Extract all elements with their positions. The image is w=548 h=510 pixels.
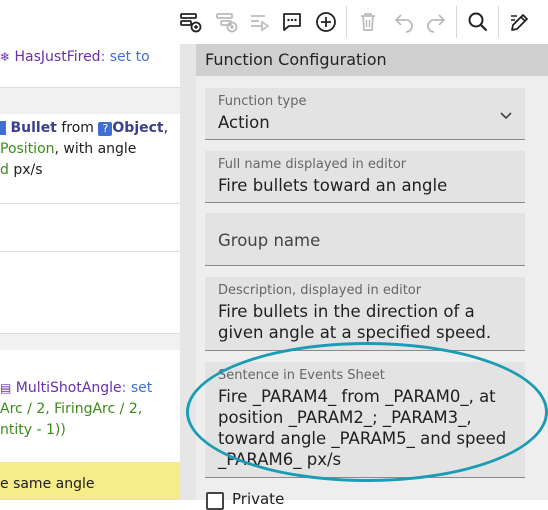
checkbox-box[interactable] (206, 492, 224, 510)
object-name: Object (112, 120, 164, 136)
group-name-field[interactable]: Group name (205, 213, 525, 266)
unknown-object-icon: ? (98, 122, 113, 136)
search-icon[interactable] (464, 8, 492, 36)
add-subevent-icon[interactable] (212, 8, 240, 36)
add-icon[interactable] (312, 8, 340, 36)
field-value: Fire _PARAM4_ from _PARAM0_, at position… (218, 387, 507, 469)
toolbar (0, 0, 548, 44)
undo-icon[interactable] (390, 8, 418, 36)
event-empty-row[interactable] (0, 252, 180, 334)
add-event-icon[interactable] (176, 8, 204, 36)
field-label: Function type (218, 94, 307, 109)
function-type-select[interactable]: Function type Action (205, 88, 525, 140)
edit-icon[interactable] (506, 8, 534, 36)
field-label: Description, displayed in editor (218, 283, 422, 298)
splitter[interactable] (180, 44, 196, 500)
event-action-row[interactable]: Bullet from ? Object, Position, with angl… (0, 114, 180, 204)
field-value: Action (218, 113, 270, 132)
add-instruction-icon[interactable] (246, 8, 274, 36)
variable-name: MultiShotAngle (15, 380, 122, 396)
event-action-row[interactable]: ❄ HasJustFired: set to (0, 44, 180, 88)
function-configuration-panel: Function Configuration Function type Act… (196, 44, 548, 510)
event-empty-row[interactable] (0, 204, 180, 252)
from-text: from (61, 120, 94, 136)
variable-icon: ▤ (0, 381, 12, 395)
description-field[interactable]: Description, displayed in editor Fire bu… (205, 277, 525, 351)
events-sheet: ❄ HasJustFired: set to Bullet from ? Obje… (0, 44, 180, 500)
field-label: Full name displayed in editor (218, 157, 407, 172)
private-checkbox[interactable]: Private (206, 489, 285, 510)
object-thumbnail-icon (0, 121, 6, 135)
add-comment-icon[interactable] (278, 8, 306, 36)
field-label: Sentence in Events Sheet (218, 368, 385, 383)
variable-icon: ❄ (0, 50, 11, 64)
toolbar-separator (498, 6, 499, 38)
object-name: Bullet (10, 120, 57, 136)
variable-name: HasJustFired (14, 49, 101, 65)
full-name-field[interactable]: Full name displayed in editor Fire bulle… (205, 151, 525, 203)
delete-icon[interactable] (354, 8, 382, 36)
sentence-field[interactable]: Sentence in Events Sheet Fire _PARAM4_ f… (205, 362, 525, 478)
field-value: Fire bullets in the direction of a given… (218, 302, 492, 342)
comment-row[interactable]: e same angle (0, 462, 180, 500)
redo-icon[interactable] (422, 8, 450, 36)
toolbar-separator (456, 6, 457, 38)
chevron-down-icon (499, 106, 513, 125)
unit-text: px/s (13, 162, 43, 178)
comment-text: e same angle (0, 476, 95, 492)
action-text: set to (109, 49, 150, 65)
param-text: Position (0, 141, 55, 157)
field-value: Fire bullets toward an angle (218, 176, 448, 195)
event-action-row[interactable]: ▤ MultiShotAngle: set Arc / 2, FiringArc… (0, 350, 180, 474)
panel-title: Function Configuration (196, 44, 548, 76)
checkbox-label: Private (232, 489, 285, 508)
toolbar-separator (346, 6, 347, 38)
field-placeholder: Group name (218, 231, 321, 250)
